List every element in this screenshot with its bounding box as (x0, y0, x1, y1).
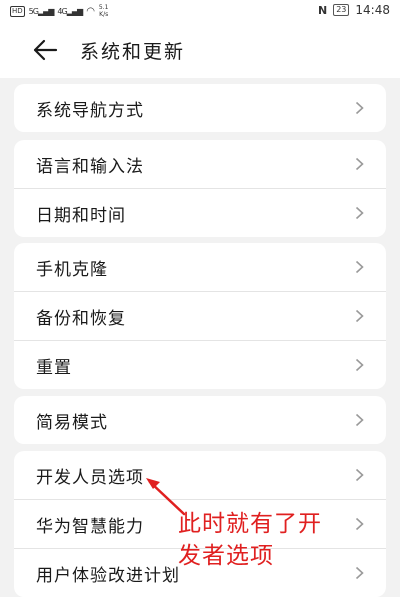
settings-row[interactable]: 日期和时间 (14, 189, 386, 237)
chevron-right-icon (355, 309, 364, 323)
settings-row-label: 系统导航方式 (36, 101, 144, 121)
settings-row-label: 语言和输入法 (36, 157, 144, 177)
settings-group: 系统导航方式 (14, 84, 386, 132)
chevron-right-icon (355, 157, 364, 171)
settings-row-label: 华为智慧能力 (36, 517, 144, 537)
signal-5g-icon: 5G▂▄▆ (28, 6, 55, 16)
wifi-icon: ◠ (86, 5, 95, 17)
status-bar: HD 5G▂▄▆ 4G▂▄▆ ◠ 5.1 K/s N 23 14:48 (0, 0, 400, 22)
chevron-right-icon (355, 101, 364, 115)
battery-icon: 23 (333, 4, 350, 16)
back-arrow-icon[interactable] (32, 38, 58, 62)
settings-row-label: 日期和时间 (36, 206, 126, 226)
chevron-right-icon (355, 517, 364, 531)
network-speed: 5.1 K/s (98, 4, 109, 18)
settings-row[interactable]: 系统导航方式 (14, 84, 386, 132)
settings-row-label: 备份和恢复 (36, 309, 126, 329)
chevron-right-icon (355, 260, 364, 274)
settings-group: 简易模式 (14, 396, 386, 444)
app-header: 系统和更新 (0, 22, 400, 78)
chevron-right-icon (355, 468, 364, 482)
nfc-icon: N (318, 3, 328, 17)
settings-row-label: 手机克隆 (36, 260, 108, 280)
chevron-right-icon (355, 206, 364, 220)
settings-row-label: 重置 (36, 358, 72, 378)
chevron-right-icon (355, 566, 364, 580)
settings-row[interactable]: 语言和输入法 (14, 140, 386, 189)
settings-row[interactable]: 重置 (14, 341, 386, 389)
annotation-text: 此时就有了开发者选项 (178, 511, 322, 569)
settings-group: 手机克隆备份和恢复重置 (14, 243, 386, 389)
settings-row-label: 用户体验改进计划 (36, 566, 180, 586)
settings-row[interactable]: 开发人员选项 (14, 451, 386, 500)
signal-4g-icon: 4G▂▄▆ (57, 6, 83, 16)
page-title: 系统和更新 (80, 41, 186, 63)
chevron-right-icon (355, 358, 364, 372)
settings-row[interactable]: 备份和恢复 (14, 292, 386, 341)
settings-group: 语言和输入法 日期和时间 (14, 140, 386, 237)
settings-row[interactable]: 手机克隆 (14, 243, 386, 292)
settings-row[interactable]: 简易模式 (14, 396, 386, 444)
clock: 14:48 (355, 3, 390, 17)
settings-row-label: 开发人员选项 (36, 468, 144, 488)
chevron-right-icon (355, 413, 364, 427)
settings-row-label: 简易模式 (36, 413, 108, 433)
hd-badge: HD (10, 5, 25, 17)
